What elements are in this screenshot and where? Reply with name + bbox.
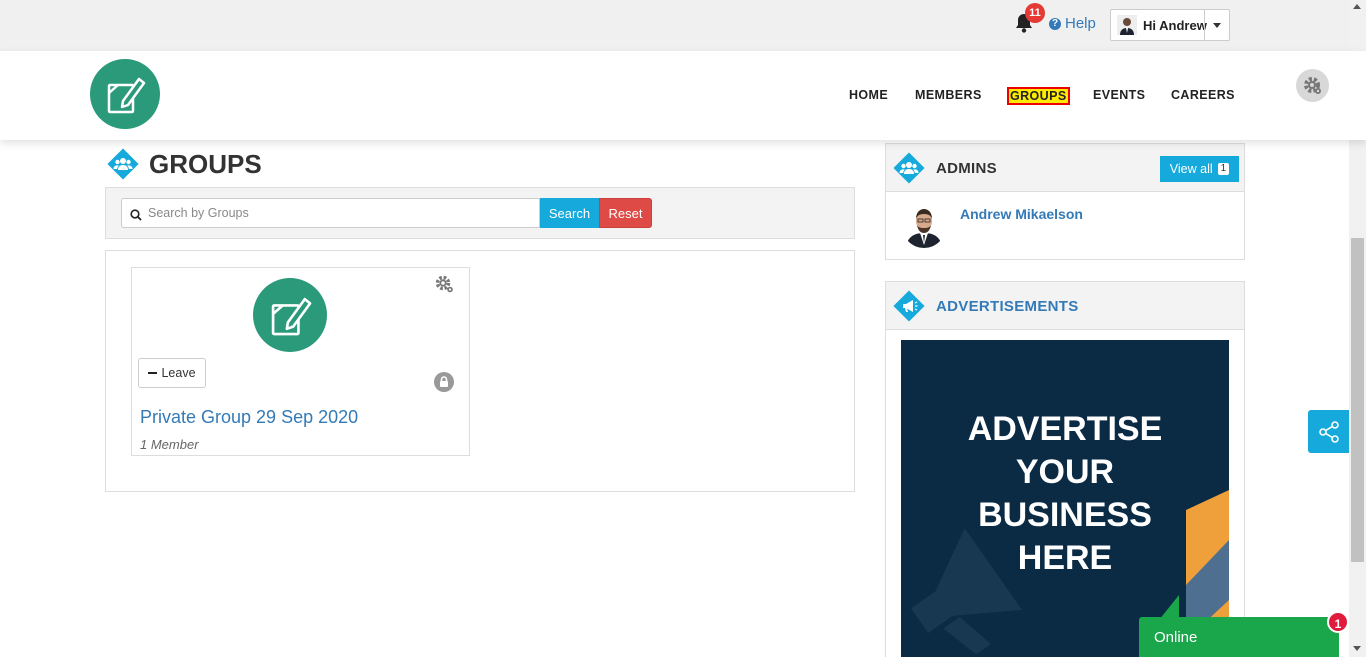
- help-link[interactable]: ? Help: [1049, 15, 1096, 32]
- ad-line-2: YOUR: [1015, 453, 1115, 491]
- ad-line-4: HERE: [1017, 539, 1113, 577]
- scroll-down-arrow-icon[interactable]: [1353, 646, 1361, 651]
- nav-members[interactable]: MEMBERS: [915, 88, 982, 102]
- view-all-label: View all: [1169, 162, 1213, 176]
- group-search-panel: Search Reset: [105, 187, 855, 239]
- user-avatar: [1117, 15, 1137, 35]
- question-circle-icon: ?: [1049, 17, 1061, 30]
- search-icon: [130, 208, 142, 226]
- admins-title: ADMINS: [936, 160, 997, 177]
- chat-unread-badge: 1: [1327, 611, 1349, 633]
- lock-icon: [434, 372, 454, 392]
- online-chat-widget[interactable]: Online: [1139, 617, 1339, 657]
- search-box: [121, 198, 540, 228]
- leave-group-button[interactable]: Leave: [138, 358, 206, 388]
- share-button[interactable]: [1308, 410, 1349, 453]
- reset-button[interactable]: Reset: [599, 198, 652, 228]
- notification-count-badge: 11: [1025, 3, 1045, 23]
- groups-title-icon: [107, 148, 139, 180]
- online-status-label: Online: [1154, 629, 1198, 646]
- nav-groups[interactable]: GROUPS: [1007, 87, 1070, 105]
- edit-document-icon: [107, 77, 146, 114]
- scrollbar-thumb[interactable]: [1351, 238, 1364, 562]
- user-greeting: Hi Andrew: [1143, 17, 1207, 33]
- page-title: GROUPS: [149, 149, 262, 179]
- help-label: Help: [1065, 15, 1096, 32]
- advertisements-title: ADVERTISEMENTS: [936, 298, 1079, 315]
- minus-icon: [148, 371, 158, 375]
- top-bar: 11 ? Help Hi Andrew: [0, 0, 1366, 51]
- view-all-admins-button[interactable]: View all 1: [1160, 156, 1239, 182]
- search-button[interactable]: Search: [540, 198, 599, 228]
- edit-document-icon: [271, 297, 312, 336]
- group-title-link[interactable]: Private Group 29 Sep 2020: [140, 407, 358, 428]
- search-input[interactable]: [148, 199, 538, 227]
- user-menu-caret-icon[interactable]: [1204, 10, 1229, 40]
- share-icon: [1318, 420, 1339, 443]
- nav-events[interactable]: EVENTS: [1093, 88, 1145, 102]
- advertisements-header: ADVERTISEMENTS: [886, 282, 1244, 330]
- group-member-count: 1 Member: [140, 437, 199, 452]
- scroll-up-arrow-icon[interactable]: [1353, 4, 1361, 9]
- group-card: Leave Private Group 29 Sep 2020 1 Member: [131, 267, 470, 456]
- admins-header: ADMINS View all 1: [886, 144, 1244, 192]
- advertisements-panel: ADVERTISEMENTS ADVERTISE YOUR BUSINESS H…: [885, 281, 1245, 657]
- group-logo[interactable]: [253, 278, 327, 352]
- advertisement-banner[interactable]: ADVERTISE YOUR BUSINESS HERE: [901, 340, 1229, 657]
- admins-panel: ADMINS View all 1 Andrew Mikaelson: [885, 143, 1245, 260]
- nav-home[interactable]: HOME: [849, 88, 888, 102]
- user-menu[interactable]: Hi Andrew: [1110, 9, 1230, 41]
- ad-line-1: ADVERTISE: [967, 410, 1163, 448]
- admins-count-badge: 1: [1217, 163, 1230, 175]
- main-header: HOME MEMBERS GROUPS EVENTS CAREERS: [0, 51, 1366, 140]
- admin-name-link[interactable]: Andrew Mikaelson: [960, 206, 1083, 222]
- group-list-panel: Leave Private Group 29 Sep 2020 1 Member: [105, 250, 855, 492]
- settings-gear-icon[interactable]: [1296, 69, 1329, 102]
- megaphone-icon: [893, 290, 925, 322]
- ad-line-3: BUSINESS: [978, 496, 1152, 534]
- group-settings-gear-icon[interactable]: [434, 274, 456, 301]
- nav-careers[interactable]: CAREERS: [1171, 88, 1235, 102]
- admins-group-icon: [893, 152, 925, 184]
- leave-label: Leave: [161, 366, 196, 380]
- ad-headline: ADVERTISE YOUR BUSINESS HERE: [901, 408, 1229, 580]
- admin-avatar[interactable]: [902, 204, 946, 248]
- site-logo[interactable]: [90, 59, 160, 129]
